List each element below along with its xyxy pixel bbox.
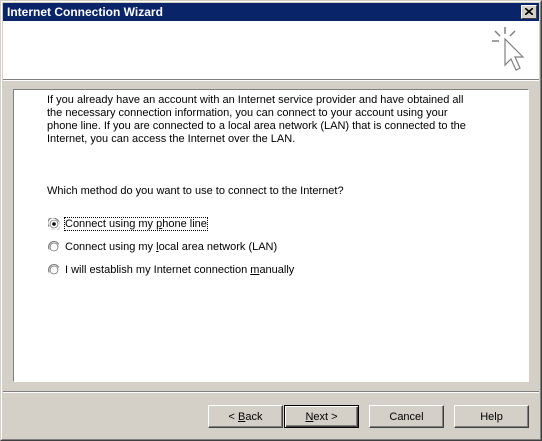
- cancel-button[interactable]: Cancel: [369, 405, 444, 428]
- radio-phone-line-label: Connect using my phone line: [64, 217, 208, 231]
- help-button[interactable]: Help: [454, 405, 529, 428]
- radio-lan-label: Connect using my local area network (LAN…: [65, 241, 277, 253]
- radio-selected-icon[interactable]: [48, 218, 60, 230]
- label-text: I will establish my Internet connection: [65, 264, 251, 276]
- intro-text: If you already have an account with an I…: [47, 94, 466, 145]
- back-button[interactable]: < Back: [208, 405, 283, 428]
- button-label: ack: [245, 410, 263, 423]
- header-separator: [3, 79, 539, 81]
- label-text: anually: [259, 264, 295, 276]
- label-text: Connect using my: [65, 241, 157, 253]
- question-text: Which method do you want to use to conne…: [47, 185, 344, 197]
- title-bar[interactable]: Internet Connection Wizard: [3, 3, 539, 21]
- window-title: Internet Connection Wizard: [7, 5, 163, 19]
- radio-unselected-icon[interactable]: [48, 264, 60, 276]
- button-label: <: [228, 410, 238, 423]
- wizard-window: Internet Connection Wizard If you alread…: [0, 0, 542, 441]
- wizard-header: [3, 21, 539, 79]
- button-label: ext >: [313, 410, 338, 423]
- label-text: Connect using my: [65, 218, 157, 230]
- close-button[interactable]: [521, 5, 537, 19]
- radio-unselected-icon[interactable]: [48, 241, 60, 253]
- close-icon: [525, 8, 533, 15]
- content-panel: If you already have an account with an I…: [13, 89, 529, 382]
- label-text: ocal area network (LAN): [158, 241, 278, 253]
- next-button[interactable]: Next >: [284, 405, 359, 428]
- label-text: hone line: [162, 218, 207, 230]
- wizard-cursor-icon: [492, 27, 525, 71]
- footer-separator: [3, 391, 539, 393]
- radio-manual-label: I will establish my Internet connection …: [65, 264, 294, 276]
